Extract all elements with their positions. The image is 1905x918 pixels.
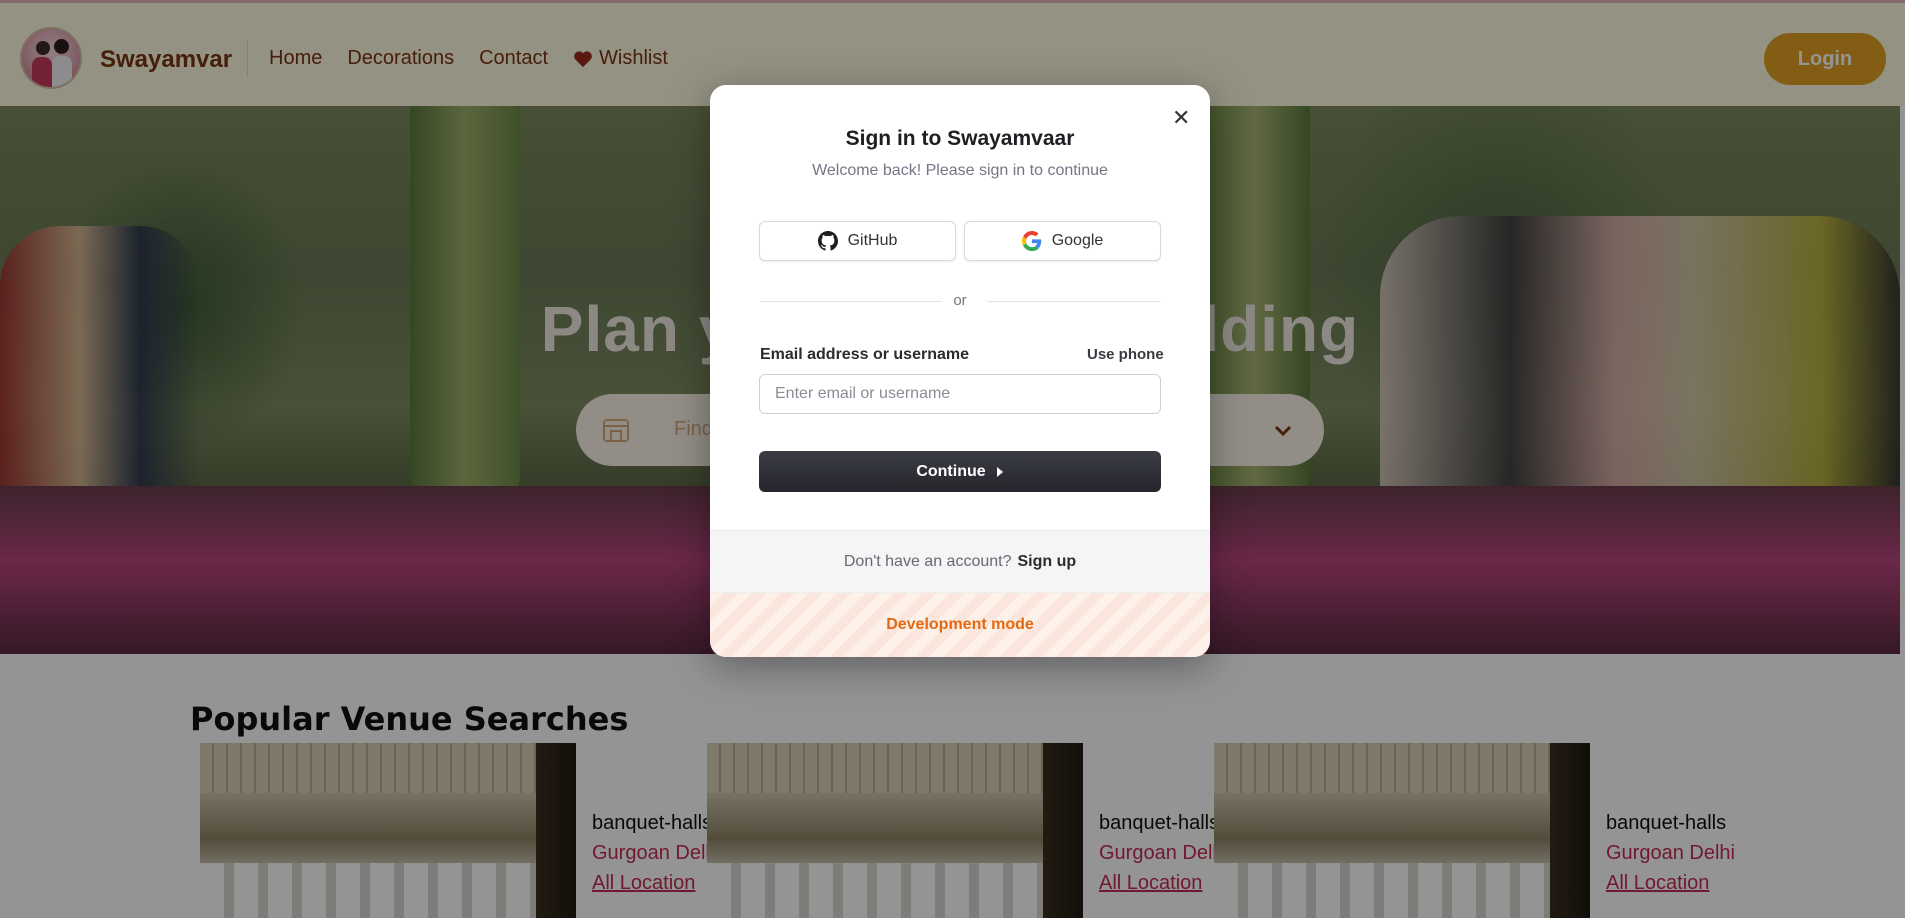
github-icon: [817, 231, 838, 251]
google-icon: [1021, 231, 1041, 251]
modal-subtitle: Welcome back! Please sign in to continue: [812, 162, 1108, 179]
github-signin-button[interactable]: GitHub: [759, 221, 956, 261]
divider-line: [987, 301, 1161, 302]
signup-footer: Don't have an account? Sign up: [710, 530, 1210, 592]
email-field[interactable]: [759, 374, 1161, 414]
google-signin-button[interactable]: Google: [964, 221, 1161, 261]
modal-title: Sign in to Swayamvaar: [845, 127, 1075, 150]
continue-button[interactable]: Continue: [759, 451, 1161, 492]
github-label: GitHub: [847, 232, 898, 249]
sign-in-modal: ✕ Sign in to Swayamvaar Welcome back! Pl…: [710, 85, 1210, 657]
no-account-text: Don't have an account?: [843, 552, 1012, 570]
google-label: Google: [1051, 232, 1104, 249]
development-mode-banner: Development mode: [710, 592, 1210, 657]
caret-right-icon: [996, 466, 1003, 477]
signup-link[interactable]: Sign up: [1017, 553, 1076, 571]
email-label: Email address or username: [760, 346, 969, 363]
continue-label: Continue: [916, 462, 986, 480]
use-phone-link[interactable]: Use phone: [1087, 346, 1164, 363]
development-mode-label: Development mode: [886, 616, 1034, 633]
